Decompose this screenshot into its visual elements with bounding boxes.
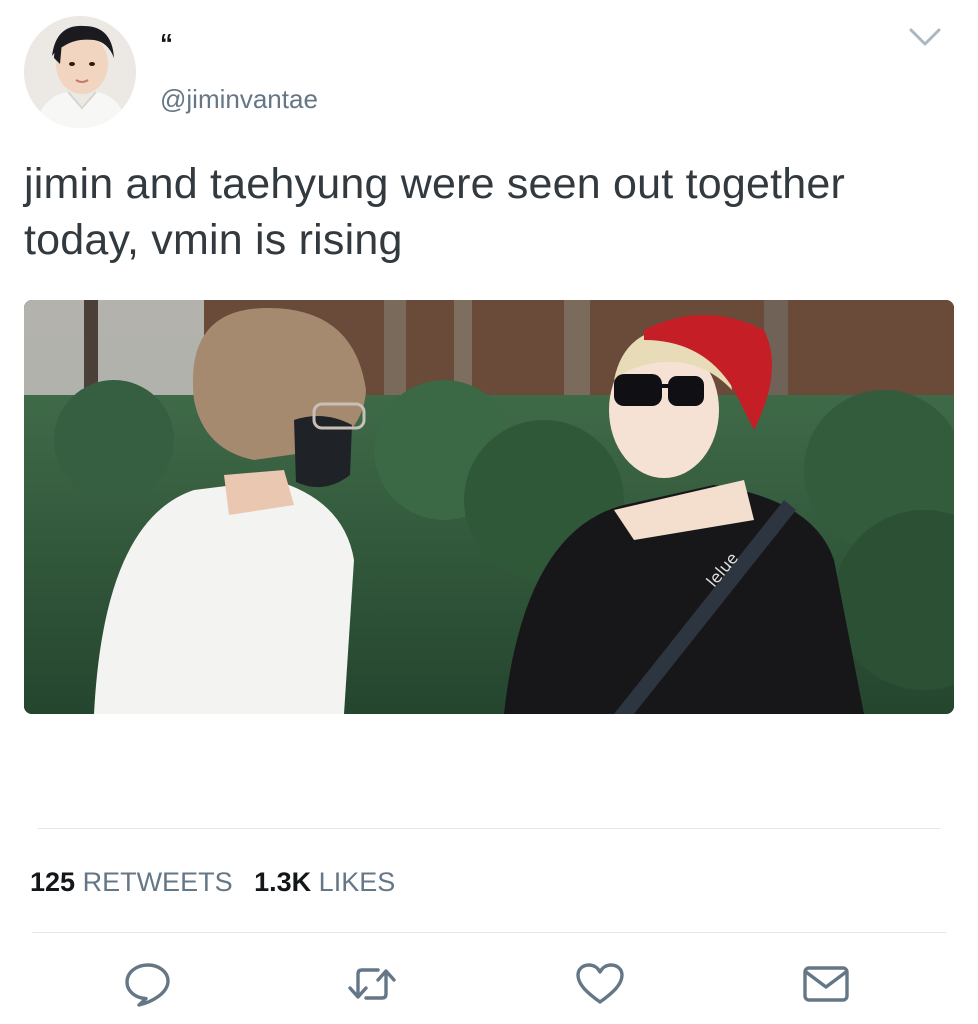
envelope-icon[interactable] bbox=[800, 960, 852, 1008]
heart-icon[interactable] bbox=[574, 960, 626, 1008]
reply-icon[interactable] bbox=[122, 960, 174, 1008]
tweet-card: “ @jiminvantae jimin and taehyung were s… bbox=[0, 0, 978, 1024]
display-name[interactable]: “ bbox=[160, 30, 173, 56]
tweet-photo[interactable]: lelue bbox=[24, 300, 954, 714]
divider bbox=[38, 828, 940, 829]
divider bbox=[32, 932, 946, 933]
chevron-down-icon[interactable] bbox=[908, 26, 942, 48]
avatar[interactable] bbox=[24, 16, 136, 128]
retweets-label[interactable]: RETWEETS bbox=[83, 867, 233, 897]
tweet-stats: 125 RETWEETS 1.3K LIKES bbox=[30, 866, 409, 898]
likes-count[interactable]: 1.3K bbox=[254, 867, 311, 897]
retweet-icon[interactable] bbox=[346, 960, 398, 1008]
tweet-text: jimin and taehyung were seen out togethe… bbox=[24, 160, 845, 264]
likes-label[interactable]: LIKES bbox=[319, 867, 396, 897]
user-handle[interactable]: @jiminvantae bbox=[160, 84, 318, 114]
retweets-count[interactable]: 125 bbox=[30, 867, 75, 897]
